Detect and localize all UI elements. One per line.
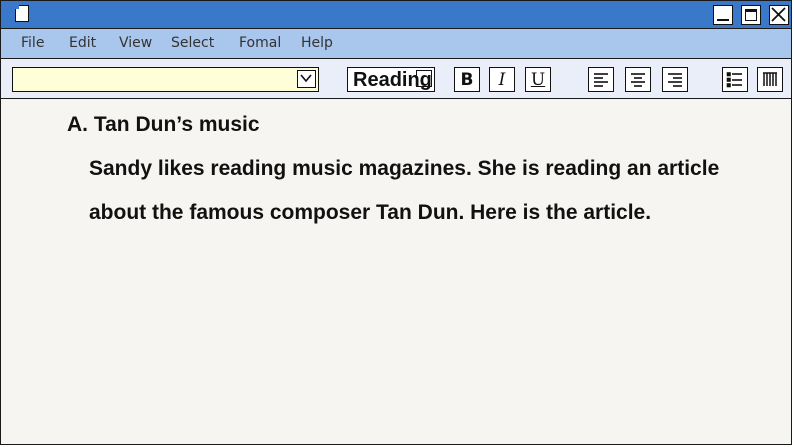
align-center-button[interactable] xyxy=(625,67,651,92)
underline-label: U xyxy=(530,70,546,90)
align-left-icon xyxy=(594,73,608,87)
menu-help[interactable]: Help xyxy=(301,35,333,51)
section-heading: A. Tan Dun’s music xyxy=(67,113,260,136)
font-select[interactable] xyxy=(12,67,319,92)
underline-button[interactable]: U xyxy=(525,67,551,92)
maximize-button[interactable] xyxy=(741,5,761,25)
font-dropdown-button[interactable] xyxy=(297,70,316,88)
align-right-button[interactable] xyxy=(662,67,688,92)
bullet-list-icon xyxy=(726,72,742,88)
align-right-icon xyxy=(668,73,682,87)
bold-button[interactable]: B xyxy=(454,67,480,92)
close-button[interactable] xyxy=(769,5,789,25)
reading-label: Reading xyxy=(353,69,432,91)
editor-window: File Edit View Select Fomal Help B I U R… xyxy=(0,0,792,445)
chevron-down-icon xyxy=(300,74,312,83)
menu-format[interactable]: Fomal xyxy=(239,35,281,51)
italic-button[interactable]: I xyxy=(489,67,515,92)
menu-file[interactable]: File xyxy=(21,35,44,51)
menu-view[interactable]: View xyxy=(119,35,152,51)
document-body[interactable]: A. Tan Dun’s music Sandy likes reading m… xyxy=(1,99,791,444)
italic-label: I xyxy=(498,70,506,90)
paragraph-line: about the famous composer Tan Dun. Here … xyxy=(89,201,652,224)
columns-button[interactable] xyxy=(757,67,783,92)
document-icon xyxy=(14,4,29,22)
menu-select[interactable]: Select xyxy=(171,35,214,51)
close-icon xyxy=(771,7,786,22)
paragraph-line: Sandy likes reading music magazines. She… xyxy=(89,157,720,180)
bullet-list-button[interactable] xyxy=(722,67,748,92)
menu-bar: File Edit View Select Fomal Help xyxy=(1,29,791,59)
align-left-button[interactable] xyxy=(588,67,614,92)
menu-edit[interactable]: Edit xyxy=(69,35,96,51)
title-bar[interactable] xyxy=(1,1,791,29)
minimize-button[interactable] xyxy=(713,5,733,25)
align-center-icon xyxy=(631,73,645,87)
columns-icon xyxy=(763,72,777,86)
bold-label: B xyxy=(460,70,474,90)
